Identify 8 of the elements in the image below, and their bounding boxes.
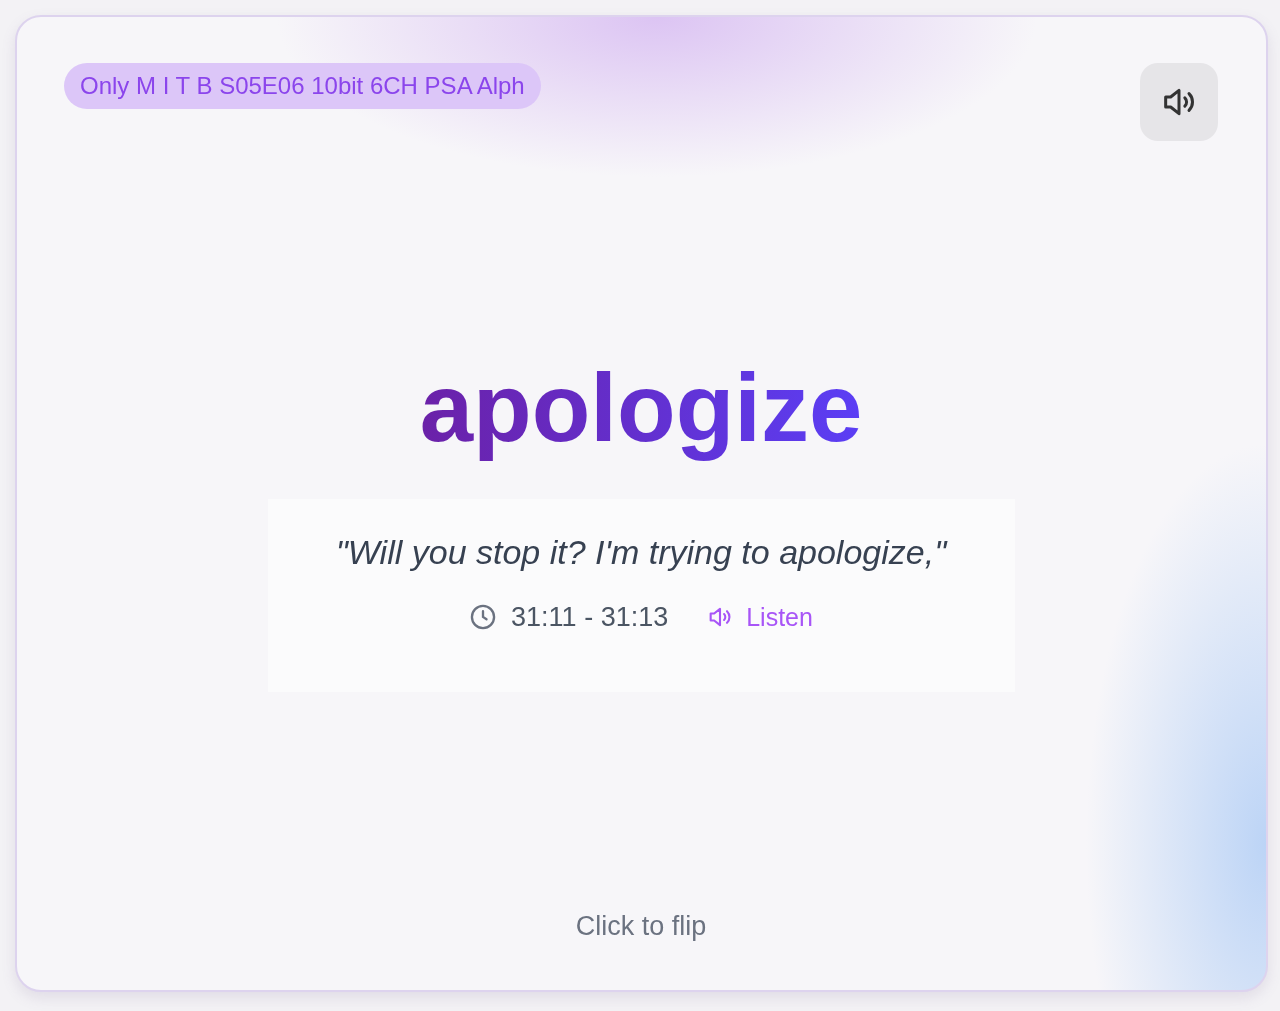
clock-icon bbox=[469, 603, 498, 632]
flip-hint: Click to flip bbox=[574, 911, 708, 942]
example-quote: "Will you stop it? I'm trying to apologize," bbox=[335, 532, 947, 572]
timestamp: 31:11 - 31:13 bbox=[511, 601, 669, 633]
speaker-button[interactable] bbox=[1140, 63, 1218, 141]
flashcard[interactable]: Only M I T B S05E06 10bit 6CH PSA Alph apologize "Will you stop it? I'm trying to apologize," 31:11 - 31:13 Listen Click to flip bbox=[15, 15, 1268, 992]
listen-link[interactable]: Listen bbox=[706, 602, 813, 632]
source-tag: Only M I T B S05E06 10bit 6CH PSA Alph bbox=[64, 63, 541, 109]
